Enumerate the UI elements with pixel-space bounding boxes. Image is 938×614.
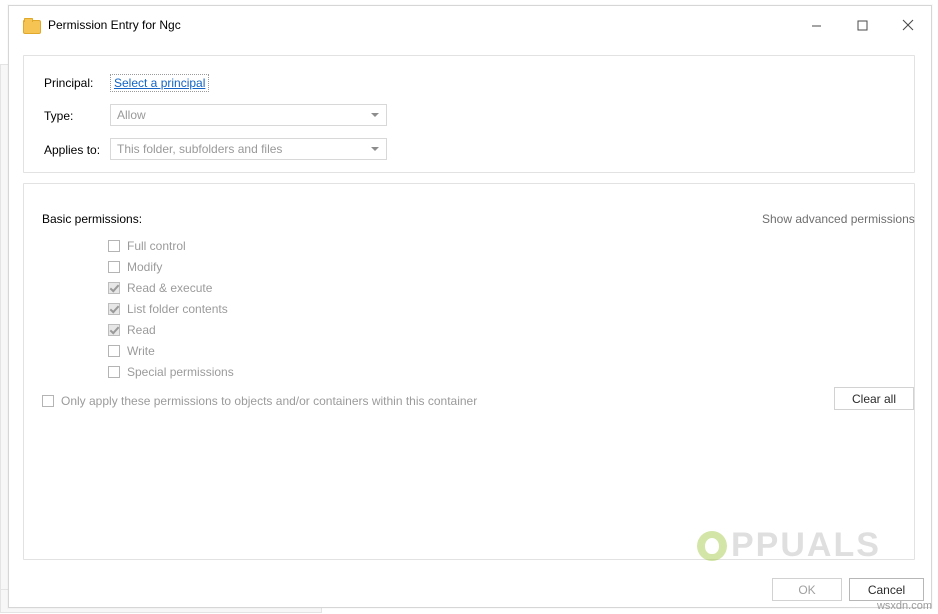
minimize-glyph [811, 25, 821, 26]
permission-row[interactable]: List folder contents [108, 298, 234, 319]
ok-button[interactable]: OK [772, 578, 842, 601]
permission-entry-dialog: Permission Entry for Ngc Principal: Sele… [8, 5, 932, 608]
only-apply-row[interactable]: Only apply these permissions to objects … [42, 394, 477, 408]
checkbox-list-folder-contents[interactable] [108, 302, 120, 315]
checkbox-read[interactable] [108, 323, 120, 336]
minimize-icon[interactable] [793, 6, 839, 44]
permission-label: Full control [127, 238, 186, 253]
type-select-value: Allow [117, 108, 146, 122]
maximize-glyph [857, 20, 867, 30]
checkbox-read-execute[interactable] [108, 281, 120, 294]
appuals-logo-icon [697, 530, 727, 561]
permission-row[interactable]: Special permissions [108, 361, 234, 382]
permission-row[interactable]: Write [108, 340, 234, 361]
close-glyph [902, 19, 914, 31]
type-label: Type: [44, 109, 74, 123]
permission-label: List folder contents [127, 301, 228, 316]
chevron-down-icon [371, 147, 379, 151]
permission-row[interactable]: Read [108, 319, 234, 340]
permission-label: Read [127, 322, 156, 337]
close-icon[interactable] [885, 6, 931, 44]
checkbox-full-control[interactable] [108, 239, 120, 252]
maximize-icon[interactable] [839, 6, 885, 44]
type-select[interactable]: Allow [110, 104, 387, 126]
permission-row[interactable]: Modify [108, 256, 234, 277]
principal-label: Principal: [44, 76, 94, 90]
checkbox-modify[interactable] [108, 260, 120, 273]
permission-label: Write [127, 343, 155, 358]
window-title: Permission Entry for Ngc [48, 18, 181, 32]
select-a-principal-link[interactable]: Select a principal [110, 74, 210, 92]
window-controls [793, 6, 931, 44]
folder-icon [23, 18, 41, 34]
permission-label: Modify [127, 259, 163, 274]
checkbox-write[interactable] [108, 344, 120, 357]
clear-all-button[interactable]: Clear all [834, 387, 914, 410]
basic-permissions-list: Full control Modify Read & execute List … [108, 235, 234, 382]
applies-to-select-value: This folder, subfolders and files [117, 142, 283, 156]
watermark-text: PPUALS [731, 526, 881, 564]
corner-watermark: wsxdn.com [876, 600, 932, 612]
cancel-button[interactable]: Cancel [849, 578, 924, 601]
show-advanced-permissions-link[interactable]: Show advanced permissions [762, 212, 915, 226]
titlebar: Permission Entry for Ngc [9, 6, 931, 45]
desktop-background: ... ... ..... ........ .. ... ... Permis… [0, 0, 938, 614]
permission-label: Special permissions [127, 364, 234, 379]
applies-to-label: Applies to: [44, 143, 101, 157]
chevron-down-icon [371, 113, 379, 117]
checkbox-special-permissions[interactable] [108, 365, 120, 378]
permission-row[interactable]: Full control [108, 235, 234, 256]
basic-permissions-label: Basic permissions: [42, 212, 143, 226]
only-apply-label: Only apply these permissions to objects … [61, 394, 478, 408]
permission-label: Read & execute [127, 280, 213, 295]
applies-to-select[interactable]: This folder, subfolders and files [110, 138, 387, 160]
watermark: PPUALS [697, 526, 881, 565]
checkbox-only-apply-this-container[interactable] [42, 395, 54, 407]
permission-row[interactable]: Read & execute [108, 277, 234, 298]
